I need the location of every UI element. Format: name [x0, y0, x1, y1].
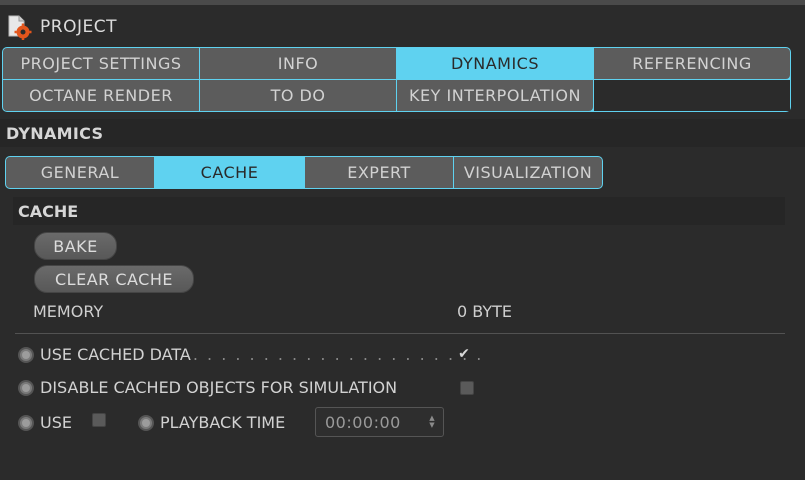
- disable-cached-objects-label: DISABLE CACHED OBJECTS FOR SIMULATION: [40, 378, 398, 397]
- subtab-cache[interactable]: CACHE: [155, 157, 304, 188]
- use-cached-data-label: USE CACHED DATA: [40, 345, 191, 364]
- panel-title: PROJECT: [40, 17, 117, 37]
- subtab-visualization[interactable]: VISUALIZATION: [454, 157, 602, 188]
- playback-time-field[interactable]: 00:00:00 ▲ ▼: [315, 407, 444, 437]
- playback-time-row: PLAYBACK TIME: [138, 413, 285, 432]
- tab-referencing[interactable]: REFERENCING: [594, 48, 790, 79]
- tab-dynamics[interactable]: DYNAMICS: [397, 48, 593, 79]
- use-checkbox[interactable]: [92, 413, 106, 427]
- leader-dots: . . . . . . . . . . . . . . . . . . . . …: [192, 345, 484, 364]
- tab-info[interactable]: INFO: [200, 48, 396, 79]
- playback-time-label: PLAYBACK TIME: [160, 413, 286, 432]
- top-border: [0, 0, 805, 5]
- checkmark-icon[interactable]: ✔: [457, 346, 471, 362]
- memory-value: 0 BYTE: [457, 302, 513, 321]
- section-header: DYNAMICS: [0, 119, 805, 147]
- section-title: DYNAMICS: [6, 123, 104, 143]
- cache-group-header: CACHE: [13, 197, 785, 225]
- subtab-expert[interactable]: EXPERT: [305, 157, 453, 188]
- sub-tab-bar: GENERAL CACHE EXPERT VISUALIZATION: [5, 156, 603, 189]
- panel-header: PROJECT: [6, 12, 117, 42]
- main-tab-bar: PROJECT SETTINGS INFO DYNAMICS REFERENCI…: [2, 47, 791, 112]
- bake-button[interactable]: BAKE: [34, 232, 117, 260]
- use-row: USE: [18, 413, 72, 432]
- spinner-arrows-icon[interactable]: ▲ ▼: [427, 415, 437, 429]
- playback-time-value[interactable]: 00:00:00: [325, 413, 427, 432]
- disable-cached-objects-row: DISABLE CACHED OBJECTS FOR SIMULATION: [18, 378, 397, 397]
- playback-time-radio[interactable]: [138, 414, 154, 431]
- use-cached-data-radio[interactable]: [18, 346, 34, 363]
- tab-project-settings[interactable]: PROJECT SETTINGS: [3, 48, 199, 79]
- divider: [15, 333, 785, 334]
- use-label: USE: [40, 413, 72, 432]
- use-cached-data-row: USE CACHED DATA . . . . . . . . . . . . …: [18, 345, 483, 364]
- tab-key-interpolation[interactable]: KEY INTERPOLATION: [397, 80, 593, 111]
- clear-cache-button[interactable]: CLEAR CACHE: [34, 265, 194, 293]
- tab-octane-render[interactable]: OCTANE RENDER: [3, 80, 199, 111]
- use-radio[interactable]: [18, 414, 34, 431]
- cache-group-title: CACHE: [18, 201, 79, 221]
- disable-cached-objects-checkbox[interactable]: [460, 381, 474, 395]
- memory-label: MEMORY: [33, 302, 104, 321]
- tab-grid-empty-cell: [594, 80, 790, 111]
- subtab-general[interactable]: GENERAL: [6, 157, 154, 188]
- disable-cached-objects-radio[interactable]: [18, 379, 34, 396]
- project-settings-icon: [6, 14, 32, 40]
- tab-to-do[interactable]: TO DO: [200, 80, 396, 111]
